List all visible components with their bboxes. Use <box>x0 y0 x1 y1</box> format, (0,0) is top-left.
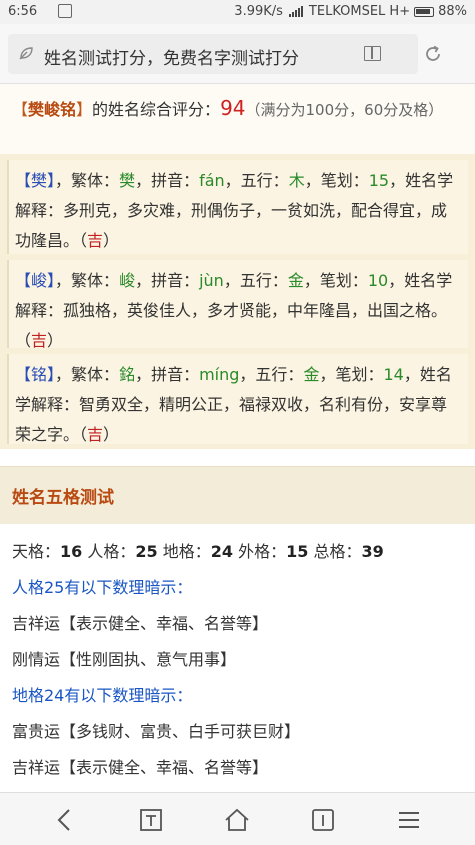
menu-icon[interactable] <box>394 805 424 835</box>
page-title: 姓名测试打分，免费名字测试打分 <box>44 49 299 69</box>
zong-ge-value: 39 <box>361 542 384 561</box>
five-element: 金 <box>303 365 320 384</box>
bottom-navigation <box>0 792 475 845</box>
traditional-char: 峻 <box>119 271 136 290</box>
stroke-count: 10 <box>367 271 389 290</box>
home-icon[interactable] <box>222 805 252 835</box>
tabs-count-icon[interactable] <box>308 805 338 835</box>
grid-scores: 天格：16 人格：25 地格：24 外格：15 总格：39 <box>12 542 384 561</box>
character-block: 【峻】，繁体：峻，拼音：jùn，五行：金，笔划：10，姓名学解释：孤独格，英俊佳… <box>7 260 468 350</box>
ren-ge-hint: 人格25有以下数理暗示： <box>12 578 193 597</box>
address-bar[interactable]: 姓名测试打分，免费名字测试打分 <box>8 34 418 74</box>
pinyin: fán <box>199 171 225 190</box>
score-note: （满分为100分，60分及格） <box>245 101 444 119</box>
score-summary: 【樊峻铭】的姓名综合评分：94（满分为100分，60分及格） <box>0 84 475 154</box>
status-time: 6:56 <box>8 4 38 19</box>
verdict: 吉 <box>87 425 104 444</box>
ren-ge-line: 刚情运【性刚固执、意气用事】 <box>12 650 237 669</box>
pinyin: jùn <box>199 271 224 290</box>
di-ge-line: 富贵运【多钱财、富贵、白手可获巨财】 <box>12 722 301 741</box>
character-panel: 【樊】，繁体：樊，拼音：fán，五行：木，笔划：15，姓名学解释：多刑克，多灾难… <box>0 154 475 449</box>
refresh-icon[interactable] <box>423 44 443 64</box>
five-element: 木 <box>288 171 305 190</box>
character: 樊 <box>31 171 48 190</box>
character: 铭 <box>31 365 48 384</box>
battery-icon <box>414 6 435 17</box>
leaf-icon <box>19 47 33 60</box>
stroke-count: 15 <box>368 171 390 190</box>
browser-toolbar: 姓名测试打分，免费名字测试打分 <box>0 24 475 84</box>
notification-icon <box>58 4 72 18</box>
signal-icon <box>288 6 303 17</box>
stroke-count: 14 <box>383 365 404 384</box>
tab-text-icon[interactable] <box>136 805 166 835</box>
carrier-name: TELKOMSEL H+ <box>308 4 411 19</box>
summary-label: 的姓名综合评分： <box>92 100 221 119</box>
traditional-char: 樊 <box>119 171 136 190</box>
ren-ge-value: 25 <box>135 542 158 561</box>
full-name: 樊峻铭 <box>28 100 77 119</box>
status-bar: 6:56 3.99K/s TELKOMSEL H+ 88% <box>0 0 475 24</box>
status-right: 3.99K/s TELKOMSEL H+ 88% <box>234 4 467 19</box>
character-block: 【樊】，繁体：樊，拼音：fán，五行：木，笔划：15，姓名学解释：多刑克，多灾难… <box>7 160 468 254</box>
section-heading: 姓名五格测试 <box>0 466 475 524</box>
five-element: 金 <box>287 271 304 290</box>
verdict: 吉 <box>31 331 48 350</box>
tian-ge-value: 16 <box>60 542 83 561</box>
character-block: 【铭】，繁体：銘，拼音：míng，五行：金，笔划：14，姓名学解释：智勇双全，精… <box>7 354 468 444</box>
di-ge-hint: 地格24有以下数理暗示： <box>12 686 193 705</box>
di-ge-value: 24 <box>210 542 234 561</box>
ren-ge-line: 吉祥运【表示健全、幸福、名誉等】 <box>12 614 269 633</box>
network-speed: 3.99K/s <box>234 4 283 19</box>
di-ge-line: 吉祥运【表示健全、幸福、名誉等】 <box>12 758 269 777</box>
verdict: 吉 <box>87 231 104 250</box>
explanation: 多刑克，多灾难，刑偶伤子，一贫如洗，配合得宜，成功隆昌。 <box>15 201 448 250</box>
battery-level: 88% <box>438 4 467 19</box>
five-grid-results: 天格：16 人格：25 地格：24 外格：15 总格：39 人格25有以下数理暗… <box>0 524 475 792</box>
back-icon[interactable] <box>50 805 80 835</box>
total-score: 94 <box>220 96 246 120</box>
pinyin: míng <box>199 365 240 384</box>
character: 峻 <box>31 271 48 290</box>
explanation: 智勇双全，精明公正，福禄双收，名利有份，安享尊荣之字。 <box>15 395 448 444</box>
traditional-char: 銘 <box>119 365 136 384</box>
wai-ge-value: 15 <box>286 542 309 561</box>
explanation: 孤独格，英俊佳人，多才贤能，中年隆昌，出国之格。 <box>63 301 448 320</box>
reader-mode-icon[interactable] <box>364 46 381 61</box>
